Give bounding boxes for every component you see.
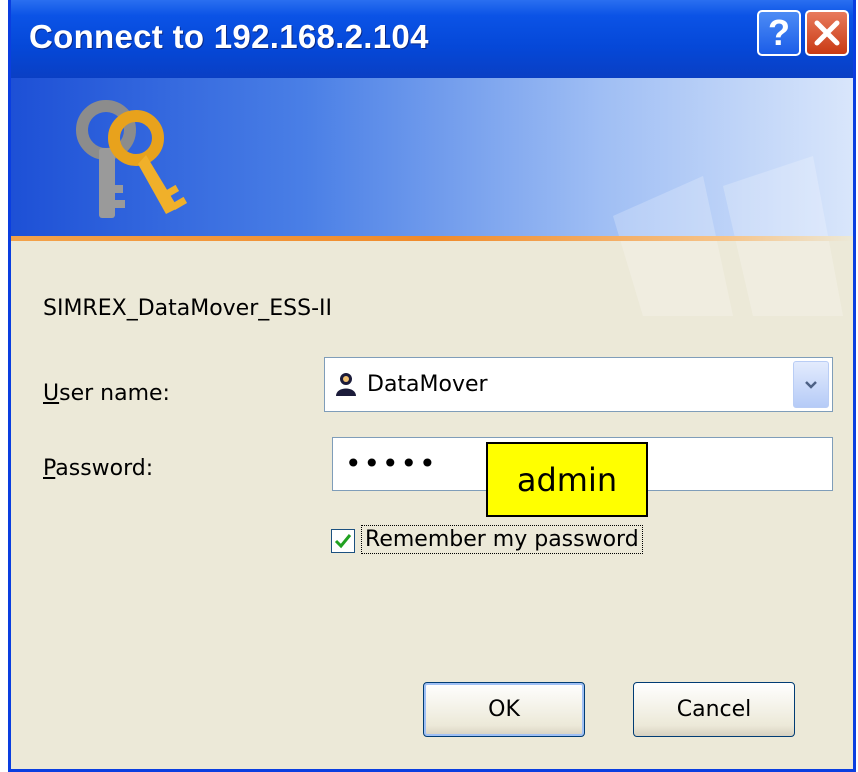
cancel-button[interactable]: Cancel	[633, 682, 795, 737]
ok-button[interactable]: OK	[423, 682, 585, 737]
remember-password-label[interactable]: Remember my password	[361, 525, 643, 554]
user-icon	[335, 372, 357, 402]
remember-password-checkbox[interactable]	[331, 529, 355, 553]
keys-icon	[76, 100, 188, 218]
password-masked-value: •••••	[345, 447, 438, 480]
close-icon	[814, 20, 840, 46]
connect-dialog: Connect to 192.168.2.104 ? SIMREX_DataMo…	[8, 0, 856, 772]
user-name-combobox[interactable]: DataMover	[324, 357, 833, 412]
password-label-accesskey: P	[43, 456, 56, 481]
close-button[interactable]	[805, 10, 849, 56]
chevron-down-icon	[805, 380, 817, 389]
user-name-label-text: ser name:	[59, 381, 170, 406]
title-bar[interactable]: Connect to 192.168.2.104 ?	[11, 0, 853, 78]
user-name-label-accesskey: U	[43, 381, 60, 406]
realm-text: SIMREX_DataMover_ESS-II	[43, 296, 333, 321]
user-name-label: User name:	[43, 381, 170, 406]
banner-divider	[11, 236, 853, 241]
password-annotation-callout: admin	[486, 442, 648, 517]
remember-label-text: emember my password	[379, 527, 639, 552]
user-name-value: DataMover	[367, 372, 488, 397]
window-title: Connect to 192.168.2.104	[29, 18, 429, 55]
checkmark-icon	[334, 534, 352, 549]
remember-label-accesskey: R	[365, 527, 380, 552]
dropdown-button[interactable]	[793, 361, 829, 408]
help-button[interactable]: ?	[757, 10, 801, 56]
password-label-text: assword:	[55, 456, 154, 481]
password-label: Password:	[43, 456, 153, 481]
